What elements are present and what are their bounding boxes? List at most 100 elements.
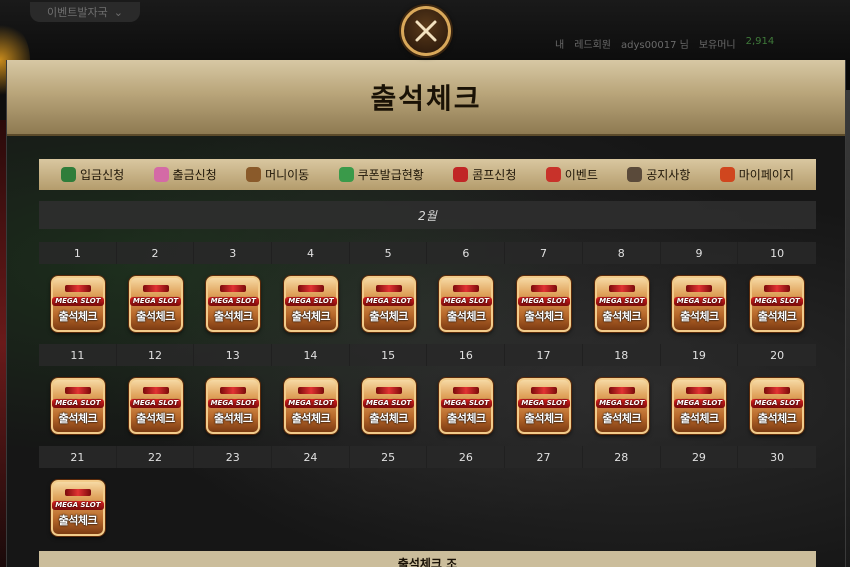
day-number: 26 bbox=[427, 446, 506, 468]
nav-item-label: 마이페이지 bbox=[738, 168, 794, 182]
day-cell: MEGA SLOT 출석체크 bbox=[738, 366, 816, 446]
brand-logo: MEGA SLOT bbox=[129, 296, 182, 306]
day-cell bbox=[194, 468, 272, 548]
attendance-stamp-icon: MEGA SLOT 출석체크 bbox=[439, 276, 494, 332]
nav-item-0[interactable]: 입금신청 bbox=[61, 166, 124, 183]
stamp-label: 출석체크 bbox=[524, 309, 564, 323]
decorative-side bbox=[846, 90, 850, 567]
brand-logo: MEGA SLOT bbox=[673, 398, 726, 408]
close-button[interactable] bbox=[401, 6, 451, 56]
attendance-stamp-icon: MEGA SLOT 출석체크 bbox=[50, 378, 105, 434]
day-cell: MEGA SLOT 출석체크 bbox=[505, 264, 583, 344]
attendance-stamp-icon: MEGA SLOT 출석체크 bbox=[361, 378, 416, 434]
brand-mark-icon bbox=[220, 284, 247, 292]
nav-item-label: 머니이동 bbox=[265, 168, 310, 182]
brand-mark-icon bbox=[142, 386, 169, 394]
attendance-stamp-icon: MEGA SLOT 출석체크 bbox=[672, 276, 727, 332]
day-number: 12 bbox=[117, 344, 195, 366]
brand-logo: MEGA SLOT bbox=[362, 296, 415, 306]
month-label: 2월 bbox=[418, 208, 437, 223]
wallet-icon bbox=[246, 167, 262, 182]
brand-mark-icon bbox=[531, 386, 558, 394]
stamp-label: 출석체크 bbox=[58, 513, 98, 527]
brand-mark-icon bbox=[608, 386, 635, 394]
day-number: 15 bbox=[350, 344, 428, 366]
stamp-label: 출석체크 bbox=[58, 309, 98, 323]
day-number: 13 bbox=[194, 344, 273, 366]
brand-mark-icon bbox=[686, 386, 713, 394]
brand-mark-icon bbox=[297, 284, 324, 292]
brand-mark-icon bbox=[64, 284, 91, 292]
user-bar: 내 레드회원 adys00017 님 보유머니 2,914 bbox=[555, 36, 774, 51]
brand-mark-icon bbox=[64, 488, 91, 496]
nav-item-6[interactable]: 공지사항 bbox=[627, 166, 690, 183]
brand-logo: MEGA SLOT bbox=[596, 398, 648, 408]
day-number: 23 bbox=[194, 446, 273, 468]
brand-logo: MEGA SLOT bbox=[52, 398, 104, 408]
attendance-stamp-icon: MEGA SLOT 출석체크 bbox=[517, 276, 572, 332]
stamp-label: 출석체크 bbox=[58, 411, 98, 425]
background-dropdown-label: 이벤트발자국 bbox=[47, 6, 108, 19]
day-cell: MEGA SLOT 출석체크 bbox=[427, 366, 505, 446]
day-number: 3 bbox=[194, 242, 273, 264]
nav-item-5[interactable]: 이벤트 bbox=[545, 166, 598, 183]
day-cell bbox=[583, 468, 661, 548]
brand-logo: MEGA SLOT bbox=[129, 398, 182, 408]
day-cell: MEGA SLOT 출석체크 bbox=[661, 366, 739, 446]
stamp-label: 출석체크 bbox=[602, 309, 641, 323]
day-number: 17 bbox=[505, 344, 583, 366]
day-number-row: 11 12 13 14 15 16 17 18 19 20 bbox=[39, 344, 816, 366]
footer-label: 출석체크 조 bbox=[397, 557, 458, 567]
stamp-label: 출석체크 bbox=[447, 411, 486, 425]
day-number: 22 bbox=[117, 446, 195, 468]
attendance-calendar: 1 2 3 4 5 6 7 8 9 10 MEGA SLOT 출석체크 MEGA SLOT 출석체크 MEG… bbox=[39, 242, 816, 548]
brand-logo: MEGA SLOT bbox=[52, 296, 104, 306]
cherry-icon bbox=[453, 167, 469, 182]
stamp-label: 출석체크 bbox=[136, 411, 175, 425]
attendance-stamp-icon: MEGA SLOT 출석체크 bbox=[750, 378, 805, 434]
money-bag-icon bbox=[61, 167, 76, 182]
day-cell bbox=[427, 468, 505, 548]
brand-logo: MEGA SLOT bbox=[52, 500, 104, 510]
brand-logo: MEGA SLOT bbox=[751, 296, 803, 306]
background-dropdown[interactable]: 이벤트발자국 ⌄ bbox=[30, 2, 140, 22]
attendance-stamp-icon: MEGA SLOT 출석체크 bbox=[50, 276, 105, 332]
day-number: 19 bbox=[661, 344, 739, 366]
stamp-label: 출석체크 bbox=[602, 411, 641, 425]
modal-title: 출석체크 bbox=[370, 82, 482, 115]
day-cell: MEGA SLOT 출석체크 bbox=[272, 366, 350, 446]
brand-logo: MEGA SLOT bbox=[285, 398, 337, 408]
day-number-row: 21 22 23 24 25 26 27 28 29 30 bbox=[39, 446, 816, 468]
stamp-label: 출석체크 bbox=[757, 309, 797, 323]
brand-mark-icon bbox=[220, 386, 247, 394]
stamp-label: 출석체크 bbox=[680, 309, 719, 323]
stamp-label: 출석체크 bbox=[291, 309, 331, 323]
day-number: 24 bbox=[272, 446, 350, 468]
coin-icon bbox=[153, 167, 169, 182]
day-cell: MEGA SLOT 출석체크 bbox=[427, 264, 505, 344]
day-cell: MEGA SLOT 출석체크 bbox=[272, 264, 350, 344]
coupon-icon bbox=[338, 167, 354, 182]
nav-item-2[interactable]: 머니이동 bbox=[246, 166, 309, 183]
nav-item-label: 쿠폰발급현황 bbox=[357, 168, 424, 182]
nav-item-1[interactable]: 출금신청 bbox=[153, 166, 217, 183]
day-cell bbox=[272, 468, 350, 548]
day-number: 1 bbox=[39, 242, 117, 264]
stamp-label: 출석체크 bbox=[136, 309, 175, 323]
day-number: 6 bbox=[427, 242, 506, 264]
day-cell: MEGA SLOT 출석체크 bbox=[583, 366, 661, 446]
brand-logo: MEGA SLOT bbox=[440, 296, 492, 306]
nav-item-7[interactable]: 마이페이지 bbox=[719, 166, 794, 183]
day-cell: MEGA SLOT 출석체크 bbox=[117, 264, 195, 344]
attendance-modal: 출석체크 입금신청 출금신청 머니이동 쿠폰발급현황 콤프신청 이벤트 공지사항 마이페이지 … bbox=[6, 60, 846, 567]
userbar-item[interactable]: 내 bbox=[555, 36, 564, 51]
day-cell bbox=[350, 468, 428, 548]
day-number: 18 bbox=[583, 344, 661, 366]
attendance-stamp-icon: MEGA SLOT 출석체크 bbox=[206, 276, 261, 332]
brand-mark-icon bbox=[453, 284, 480, 292]
day-cell: MEGA SLOT 출석체크 bbox=[505, 366, 583, 446]
day-number: 9 bbox=[661, 242, 739, 264]
day-number: 21 bbox=[39, 446, 117, 468]
nav-item-3[interactable]: 쿠폰발급현황 bbox=[338, 166, 424, 183]
nav-item-4[interactable]: 콤프신청 bbox=[453, 166, 516, 183]
